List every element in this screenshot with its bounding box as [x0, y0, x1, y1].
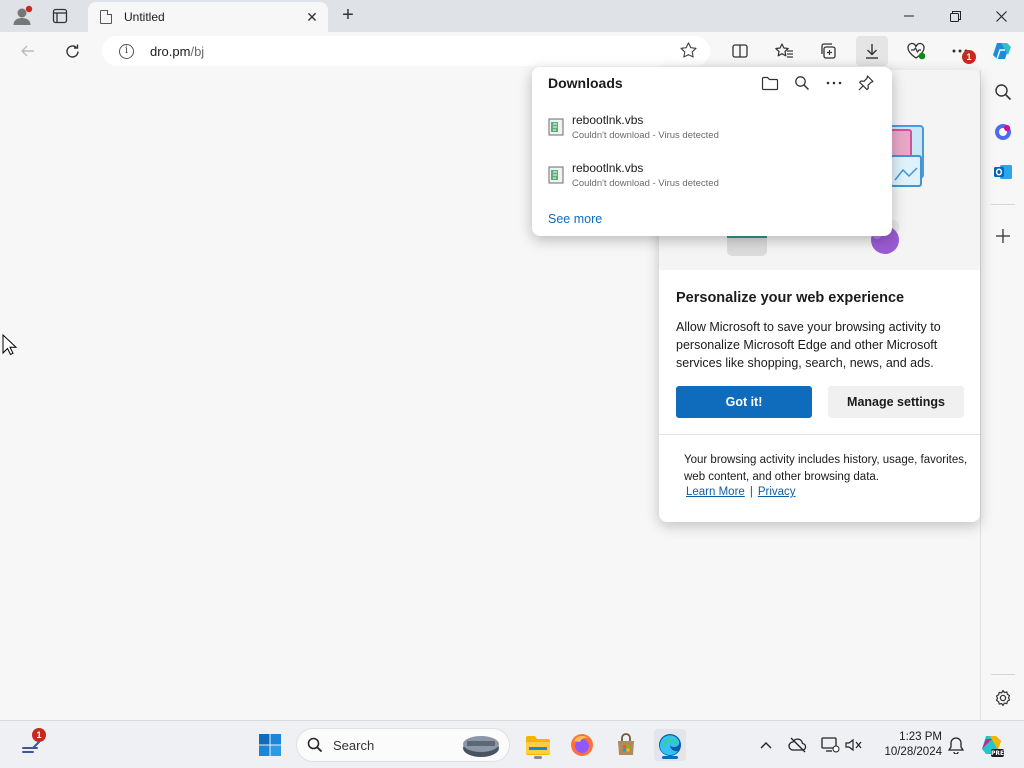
sidebar-search-icon[interactable]: [991, 80, 1015, 104]
edge-taskbar-icon[interactable]: [654, 729, 686, 761]
clock-date: 10/28/2024: [884, 746, 942, 758]
sidebar-divider-bottom: [991, 674, 1015, 675]
vbs-file-icon: [548, 166, 564, 184]
url-path: /bj: [190, 43, 205, 59]
downloads-more-options-icon[interactable]: [822, 72, 846, 94]
store-bag-icon[interactable]: [610, 729, 642, 761]
refresh-button[interactable]: [58, 38, 86, 64]
back-button[interactable]: [14, 38, 42, 64]
collections-icon[interactable]: [812, 36, 844, 66]
copilot-icon[interactable]: [986, 36, 1018, 66]
tab-close-icon[interactable]: ✕: [302, 7, 322, 27]
address-bar[interactable]: i dro.pm/bj: [102, 36, 710, 66]
copilot-pre-icon[interactable]: PRE: [976, 729, 1008, 761]
svg-text:PRE: PRE: [991, 750, 1004, 757]
download-status: Couldn't download - Virus detected: [572, 130, 719, 141]
active-indicator: [662, 756, 678, 759]
privacy-link[interactable]: Privacy: [758, 486, 796, 498]
onedrive-offline-icon[interactable]: [782, 729, 814, 761]
downloads-title: Downloads: [548, 75, 623, 91]
downloads-icon[interactable]: [856, 36, 888, 66]
favorite-star-icon[interactable]: [679, 41, 698, 65]
pin-downloads-icon[interactable]: [854, 72, 878, 94]
see-more-link[interactable]: See more: [548, 212, 602, 226]
taskbar: 1 Search 1:23 PM 10/28/2024 PRE: [0, 720, 1024, 768]
close-window-button[interactable]: [978, 0, 1024, 32]
title-bar: Untitled ✕ +: [0, 0, 1024, 32]
start-windows-icon[interactable]: [254, 729, 286, 761]
taskbar-search[interactable]: Search: [296, 728, 510, 762]
clock-time: 1:23 PM: [899, 731, 942, 743]
link-separator: |: [749, 486, 753, 498]
profile-avatar-icon[interactable]: [8, 4, 36, 28]
search-icon: [307, 737, 323, 753]
sidebar-copilot-icon[interactable]: [991, 120, 1015, 144]
minimize-button[interactable]: [886, 0, 932, 32]
search-label: Search: [333, 737, 375, 753]
more-icon[interactable]: 1: [944, 36, 976, 66]
firefox-icon[interactable]: [566, 729, 598, 761]
search-highlight-icon: [463, 736, 499, 757]
download-status: Couldn't download - Virus detected: [572, 178, 719, 189]
manage-settings-button[interactable]: Manage settings: [828, 386, 964, 418]
downloads-flyout: Downloads rebootlnk.vbs Couldn't downloa…: [532, 67, 892, 236]
edge-sidebar: [980, 70, 1024, 720]
personalize-footnote: Your browsing activity includes history,…: [684, 454, 968, 483]
split-screen-icon[interactable]: [724, 36, 756, 66]
tab-untitled[interactable]: Untitled ✕: [88, 2, 328, 32]
tab-title: Untitled: [124, 10, 165, 24]
open-downloads-folder-icon[interactable]: [758, 72, 782, 94]
download-item[interactable]: rebootlnk.vbs Couldn't download - Virus …: [548, 113, 868, 153]
volume-muted-icon[interactable]: [838, 729, 870, 761]
sidebar-divider: [991, 204, 1015, 205]
system-clock[interactable]: 1:23 PM 10/28/2024: [872, 730, 942, 760]
favorites-icon[interactable]: [768, 36, 800, 66]
notifications-bell-icon[interactable]: [940, 729, 972, 761]
widgets-icon[interactable]: 1: [18, 728, 50, 761]
sidebar-settings-gear-icon[interactable]: [991, 686, 1015, 710]
page-icon: [100, 10, 112, 24]
download-filename: rebootlnk.vbs: [572, 113, 644, 127]
browser-toolbar: i dro.pm/bj 1: [0, 32, 1024, 70]
show-hidden-icons-chevron-up-icon[interactable]: [750, 729, 782, 761]
browser-essentials-icon[interactable]: [900, 36, 932, 66]
popup-divider: [659, 434, 980, 435]
site-info-icon[interactable]: i: [119, 43, 134, 59]
personalize-body: Allow Microsoft to save your browsing ac…: [676, 320, 941, 370]
address-url: dro.pm/bj: [150, 44, 204, 59]
url-domain: dro.pm: [150, 43, 191, 59]
download-item[interactable]: rebootlnk.vbs Couldn't download - Virus …: [548, 161, 868, 201]
tab-actions-icon[interactable]: [46, 4, 74, 28]
download-filename: rebootlnk.vbs: [572, 161, 644, 175]
file-explorer-icon[interactable]: [522, 729, 554, 761]
personalize-links: Learn More | Privacy: [686, 486, 796, 498]
mouse-cursor-icon: [2, 333, 18, 361]
vbs-file-icon: [548, 118, 564, 136]
personalize-title: Personalize your web experience: [676, 290, 905, 306]
sidebar-add-icon[interactable]: [991, 224, 1015, 248]
new-tab-button[interactable]: +: [336, 4, 360, 28]
restore-button[interactable]: [932, 0, 978, 32]
search-downloads-icon[interactable]: [790, 72, 814, 94]
sidebar-outlook-icon[interactable]: [991, 160, 1015, 184]
learn-more-link[interactable]: Learn More: [686, 486, 745, 498]
running-indicator: [534, 756, 542, 759]
widgets-badge: 1: [32, 728, 46, 742]
notification-badge: 1: [962, 50, 976, 64]
got-it-button[interactable]: Got it!: [676, 386, 812, 418]
